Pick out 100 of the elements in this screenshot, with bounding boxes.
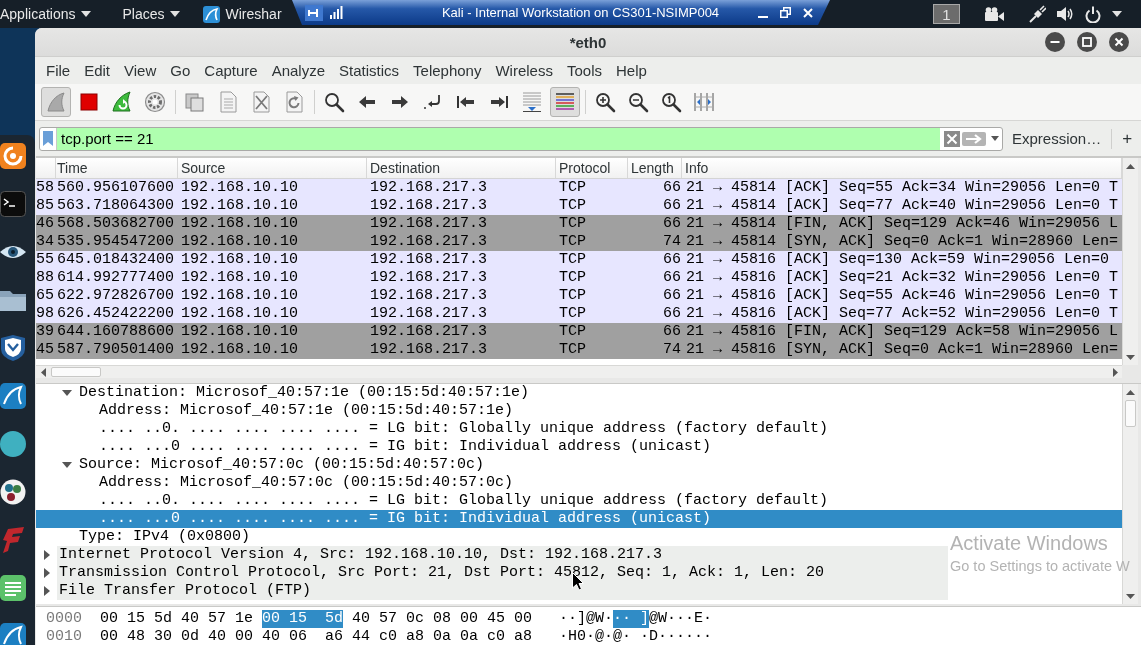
scroll-up-icon[interactable] <box>1126 163 1135 169</box>
scroll-up-icon[interactable] <box>1126 389 1135 395</box>
menu-item[interactable]: Tools <box>566 62 602 79</box>
menu-item[interactable]: Statistics <box>339 62 400 79</box>
menu-item[interactable]: Wireless <box>495 62 553 79</box>
scroll-down-icon[interactable] <box>1126 593 1135 599</box>
packet-row[interactable]: 65 622.972826700 192.168.10.10 192.168.217.3 TCP 66 21 → 45816 [ACK] Seq=55 Ack=46 Win=29056 Len=0 T <box>36 287 1122 305</box>
caret-icon[interactable] <box>169 11 180 17</box>
tree-item[interactable]: .... ...0 .... .... .... .... = IG bit: Individual address (unicast) <box>36 510 1122 528</box>
close-icon[interactable] <box>803 7 813 18</box>
menu-item[interactable]: Help <box>616 62 647 79</box>
camera-icon[interactable] <box>985 7 1004 21</box>
power-icon[interactable] <box>1085 5 1101 23</box>
packet-row[interactable]: 39 644.160788600 192.168.10.10 192.168.217.3 TCP 66 21 → 45816 [FIN, ACK] Seq=129 Ack=58 Win=29056 L <box>36 323 1122 341</box>
column-header[interactable]: Protocol <box>556 158 628 178</box>
caret-icon[interactable] <box>42 550 52 560</box>
column-header[interactable]: Time <box>56 158 178 178</box>
vertical-scrollbar[interactable] <box>1122 158 1138 365</box>
scroll-left-icon[interactable] <box>40 367 46 377</box>
horizontal-scrollbar[interactable] <box>36 365 1122 378</box>
table-cell-text: 21 → 45816 [SYN, ACK] Seq=0 Ack=1 Win=28960 Len= <box>685 341 1120 359</box>
bookmark-icon[interactable] <box>43 131 53 146</box>
caret-icon[interactable] <box>1112 11 1122 17</box>
menu-item[interactable]: Go <box>170 62 191 79</box>
scrollbar-thumb[interactable] <box>51 367 101 377</box>
table-cell-text: 66 <box>662 215 682 233</box>
browser-icon[interactable] <box>0 143 26 169</box>
panel-menu[interactable]: Applications <box>0 6 91 22</box>
hex-bytes[interactable]: 00 48 30 0d 40 00 40 06 a6 44 c0 a8 0a 0a c0 a8 <box>100 628 533 645</box>
restore-icon[interactable] <box>780 7 791 18</box>
packet-row[interactable]: 55 645.018432400 192.168.10.10 192.168.217.3 TCP 66 21 → 45816 [ACK] Seq=130 Ack=59 Win=29056 Len=0 <box>36 251 1122 269</box>
menu-item[interactable]: Capture <box>204 62 258 79</box>
hex-bytes[interactable]: 40 57 0c 08 00 45 00 <box>352 610 533 628</box>
packet-row[interactable]: 45 587.790501400 192.168.10.10 192.168.217.3 TCP 74 21 → 45816 [SYN, ACK] Seq=0 Ack=1 Win=28960 Len= <box>36 341 1122 359</box>
clear-icon[interactable] <box>944 130 960 147</box>
add-button[interactable]: + <box>1122 128 1133 149</box>
packet-row[interactable]: 88 614.992777400 192.168.10.10 192.168.217.3 TCP 66 21 → 45816 [ACK] Seq=21 Ack=32 Win=29056 Len=0 T <box>36 269 1122 287</box>
table-cell-text: 66 <box>662 251 682 269</box>
tree-item[interactable]: .... ..0. .... .... .... .... = LG bit: Globally unique address (factory default) <box>36 492 948 510</box>
column-header[interactable]: Source <box>178 158 367 178</box>
colored-lines-icon <box>554 91 576 113</box>
packet-row[interactable]: 98 626.452422200 192.168.10.10 192.168.217.3 TCP 66 21 → 45816 [ACK] Seq=77 Ack=52 Win=29056 Len=0 T <box>36 305 1122 323</box>
terminal-icon[interactable] <box>0 191 26 217</box>
scroll-down-icon[interactable] <box>1126 354 1135 360</box>
ascii-bytes[interactable]: ·H0·@·@· ·D······ <box>559 628 713 645</box>
pin-icon[interactable] <box>305 4 323 21</box>
hex-bytes[interactable]: 00 15 5d 40 57 1e <box>100 610 254 628</box>
fin-icon[interactable] <box>0 383 26 409</box>
packet-row[interactable]: 46 568.503682700 192.168.10.10 192.168.217.3 TCP 66 21 → 45814 [FIN, ACK] Seq=129 Ack=46 Win=29056 L <box>36 215 1122 233</box>
ascii-bytes[interactable]: ··]@W· <box>559 610 613 628</box>
tree-item[interactable]: Type: IPv4 (0x0800) <box>36 528 948 546</box>
column-header[interactable]: Destination <box>367 158 556 178</box>
tree-item[interactable]: Source: Microsof_40:57:0c (00:15:5d:40:57:0c) <box>36 456 948 474</box>
scroll-right-icon[interactable] <box>1112 367 1118 377</box>
workspace-button[interactable]: 1 <box>933 4 960 24</box>
avatar-icon[interactable] <box>0 431 26 457</box>
plug-icon[interactable] <box>1029 5 1046 23</box>
tree-item[interactable]: Destination: Microsof_40:57:1e (00:15:5d:40:57:1e) <box>36 384 948 402</box>
minimize-icon[interactable] <box>1045 32 1065 52</box>
ascii-bytes[interactable]: @W···E· <box>649 610 713 628</box>
fin-icon[interactable] <box>0 623 26 645</box>
table-cell-text: 45 <box>36 341 55 359</box>
packet-row[interactable]: 58 560.956107600 192.168.10.10 192.168.217.3 TCP 66 21 → 45814 [ACK] Seq=55 Ack=34 Win=29056 Len=0 T <box>36 179 1122 197</box>
taskbar-item[interactable]: Wireshar <box>202 5 282 23</box>
panel-menu[interactable]: Places <box>122 6 180 22</box>
tree-item[interactable]: .... ...0 .... .... .... .... = IG bit: Individual address (unicast) <box>36 438 948 456</box>
caret-icon[interactable] <box>42 586 52 596</box>
close-icon[interactable] <box>1109 32 1129 52</box>
menu-item[interactable]: View <box>124 62 157 79</box>
tree-item[interactable]: .... ..0. .... .... .... .... = LG bit: Globally unique address (factory default) <box>36 420 948 438</box>
menu-item[interactable]: Telephony <box>413 62 482 79</box>
tree-item[interactable]: Address: Microsof_40:57:1e (00:15:5d:40:57:1e) <box>36 402 948 420</box>
menu-item[interactable]: File <box>46 62 71 79</box>
scrollbar-thumb[interactable] <box>1125 400 1136 427</box>
packet-row[interactable]: 85 563.718064300 192.168.10.10 192.168.217.3 TCP 66 21 → 45814 [ACK] Seq=77 Ack=40 Win=29056 Len=0 T <box>36 197 1122 215</box>
caret-icon[interactable] <box>62 460 72 470</box>
caret-icon[interactable] <box>42 568 52 578</box>
packet-row[interactable]: 34 535.954547200 192.168.10.10 192.168.217.3 TCP 74 21 → 45814 [SYN, ACK] Seq=0 Ack=1 Win=28960 Len= <box>36 233 1122 251</box>
expression-button[interactable]: Expression… <box>1012 130 1102 147</box>
tree-item[interactable]: Address: Microsof_40:57:0c (00:15:5d:40:57:0c) <box>36 474 948 492</box>
table-cell-text: 192.168.217.3 <box>369 251 489 269</box>
menu-item[interactable]: Edit <box>84 62 111 79</box>
table-cell-text: TCP <box>558 341 587 359</box>
filter-field[interactable]: tcp.port == 21 <box>57 127 940 150</box>
dropdown-caret-icon[interactable] <box>991 136 999 141</box>
menu-item[interactable]: Analyze <box>271 62 326 79</box>
shield-icon[interactable] <box>0 335 26 361</box>
column-header[interactable]: Length <box>628 158 682 178</box>
caret-icon[interactable] <box>62 388 72 398</box>
maximize-icon[interactable] <box>1077 32 1097 52</box>
flag-icon[interactable] <box>0 527 26 553</box>
activation-title: Activate Windows <box>950 531 1109 555</box>
table-cell-text: 21 → 45814 [ACK] Seq=77 Ack=40 Win=29056 Len=0 T <box>685 197 1120 215</box>
hex-bytes[interactable]: 00 15 5d <box>262 610 344 628</box>
dots-icon[interactable] <box>0 479 26 505</box>
notes-icon[interactable] <box>0 575 26 601</box>
ascii-bytes[interactable]: ·· ] <box>613 610 650 628</box>
volume-icon[interactable] <box>1057 6 1074 22</box>
caret-icon[interactable] <box>80 11 91 17</box>
table-cell-text: 192.168.10.10 <box>180 323 300 341</box>
